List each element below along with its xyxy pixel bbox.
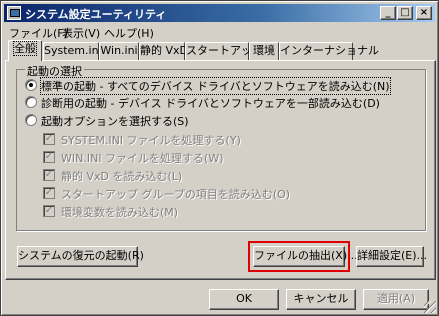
tab-static-vxd[interactable]: 静的 VxD [139,42,188,60]
checkbox-win-ini-box[interactable]: ✓ [43,151,55,163]
tab-strip: 全般 System.ini Win.ini 静的 VxD スタートアップ 環境 … [4,40,435,62]
app-icon [7,6,21,20]
window-title: システム設定ユーティリティ [25,8,167,21]
apply-button[interactable]: 適用(A) [363,289,429,310]
checkbox-static-vxd-box[interactable]: ✓ [43,169,55,181]
menu-view[interactable]: 表示(V) [62,25,100,41]
tab-win-ini[interactable]: Win.ini [99,42,139,60]
minimize-button[interactable]: _ [380,6,396,20]
cancel-button[interactable]: キャンセル [286,289,356,310]
checkbox-system-ini-box[interactable]: ✓ [43,133,55,145]
checkbox-startup-group-box[interactable]: ✓ [43,187,55,199]
tab-general[interactable]: 全般 [8,40,42,61]
checkbox-startup-group-label: スタートアップ グループの項目を読み込む(O) [61,188,291,201]
extract-file-button[interactable]: ファイルの抽出(X)... [253,246,358,267]
general-tab-panel: 起動の選択 標準の起動 - すべてのデバイス ドライバとソフトウェアを読み込む(… [5,60,436,280]
ok-button[interactable]: OK [209,289,279,310]
system-config-window: システム設定ユーティリティ _ □ × ファイル(F) 表示(V) ヘルプ(H)… [0,0,439,316]
checkbox-static-vxd-label: 静的 VxD を読み込む(L) [61,170,183,183]
tab-startup[interactable]: スタートアップ [185,42,263,60]
resize-grip[interactable] [424,301,436,313]
radio-normal-startup-dot[interactable] [25,79,37,91]
tab-international[interactable]: インターナショナル [279,42,379,60]
tab-environment[interactable]: 環境 [249,42,279,60]
checkbox-environment-box[interactable]: ✓ [43,205,55,217]
launch-system-restore-button[interactable]: システムの復元の起動(R) [17,246,144,267]
close-button[interactable]: × [416,6,432,20]
checkbox-environment-label: 環境変数を読み込む(M) [61,206,179,219]
radio-diagnostic-startup-label[interactable]: 診断用の起動 - デバイス ドライバとソフトウェアを一部読み込む(D) [41,95,380,111]
title-bar[interactable]: システム設定ユーティリティ _ □ × [4,4,435,22]
radio-normal-startup-label[interactable]: 標準の起動 - すべてのデバイス ドライバとソフトウェアを読み込む(N) [40,77,391,95]
radio-diagnostic-startup-dot[interactable] [25,96,37,108]
radio-selective-startup-dot[interactable] [25,114,37,126]
menu-bar: ファイル(F) 表示(V) ヘルプ(H) [4,23,435,41]
radio-selective-startup-label[interactable]: 起動オプションを選択する(S) [41,113,189,129]
advanced-settings-button[interactable]: 詳細設定(E)... [356,246,427,267]
startup-selection-group: 起動の選択 標準の起動 - すべてのデバイス ドライバとソフトウェアを読み込む(… [16,63,426,231]
tab-general-label: 全般 [13,41,37,56]
checkbox-win-ini-label: WIN.INI ファイルを処理する(W) [61,152,224,165]
menu-file[interactable]: ファイル(F) [9,25,68,41]
tab-system-ini[interactable]: System.ini [43,42,102,60]
menu-help[interactable]: ヘルプ(H) [104,25,154,41]
startup-selection-legend: 起動の選択 [25,63,84,79]
maximize-button[interactable]: □ [397,6,413,20]
checkbox-system-ini-label: SYSTEM.INI ファイルを処理する(Y) [61,134,241,147]
